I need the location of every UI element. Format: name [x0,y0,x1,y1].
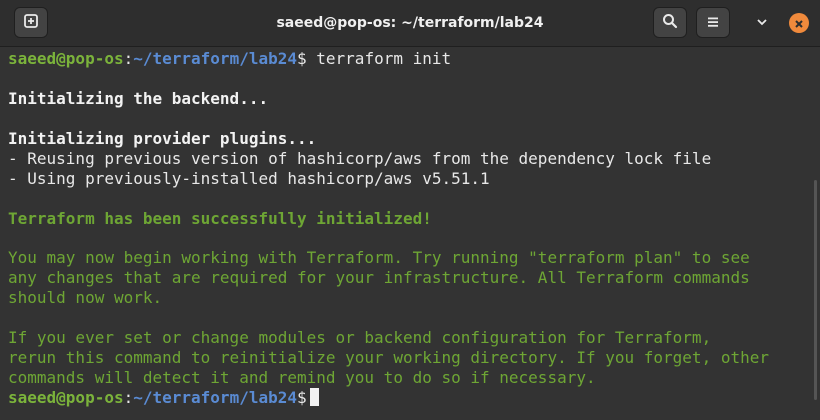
prompt-separator: : [123,387,134,407]
prompt-separator: : [123,49,134,68]
terminal-window: saeed@pop-os: ~/terraform/lab24 saeed@po… [0,0,820,420]
prompt-user-host: saeed@pop-os [8,387,124,407]
command-text: terraform init [306,49,452,68]
output-line: - Reusing previous version of hashicorp/… [8,148,712,168]
output-line: Initializing provider plugins... [8,128,317,148]
output-line: If you ever set or change modules or bac… [8,328,712,348]
search-button[interactable] [653,7,687,38]
success-message: Terraform has been successfully initiali… [8,208,432,228]
minimize-button[interactable] [745,7,779,38]
prompt-line[interactable]: saeed@pop-os:~/terraform/lab24$ [8,387,808,408]
hamburger-menu-icon [707,13,719,32]
output-line: Initializing the backend... [8,88,269,108]
output-line: any changes that are required for your i… [8,268,750,288]
command-line: saeed@pop-os:~/terraform/lab24$ terrafor… [8,49,808,69]
close-button[interactable] [789,13,809,33]
prompt-symbol: $ [297,387,307,407]
output-line: - Using previously-installed hashicorp/a… [8,168,490,188]
search-icon [662,13,678,33]
title-bar: saeed@pop-os: ~/terraform/lab24 [0,0,820,47]
text-cursor [309,387,319,406]
prompt-path: ~/terraform/lab24 [133,387,297,407]
prompt-user-host: saeed@pop-os [8,49,124,68]
prompt-path: ~/terraform/lab24 [133,49,297,68]
scrollbar-thumb[interactable] [814,180,817,400]
minimize-icon [756,13,768,32]
close-icon [794,14,804,33]
menu-button[interactable] [696,7,730,38]
output-line: rerun this command to reinitialize your … [8,348,769,368]
prompt-symbol: $ [297,49,307,68]
terminal-output[interactable]: saeed@pop-os:~/terraform/lab24$ terrafor… [0,47,820,420]
output-line: You may now begin working with Terraform… [8,248,750,268]
output-line: commands will detect it and remind you t… [8,368,596,387]
output-line: should now work. [8,288,163,308]
